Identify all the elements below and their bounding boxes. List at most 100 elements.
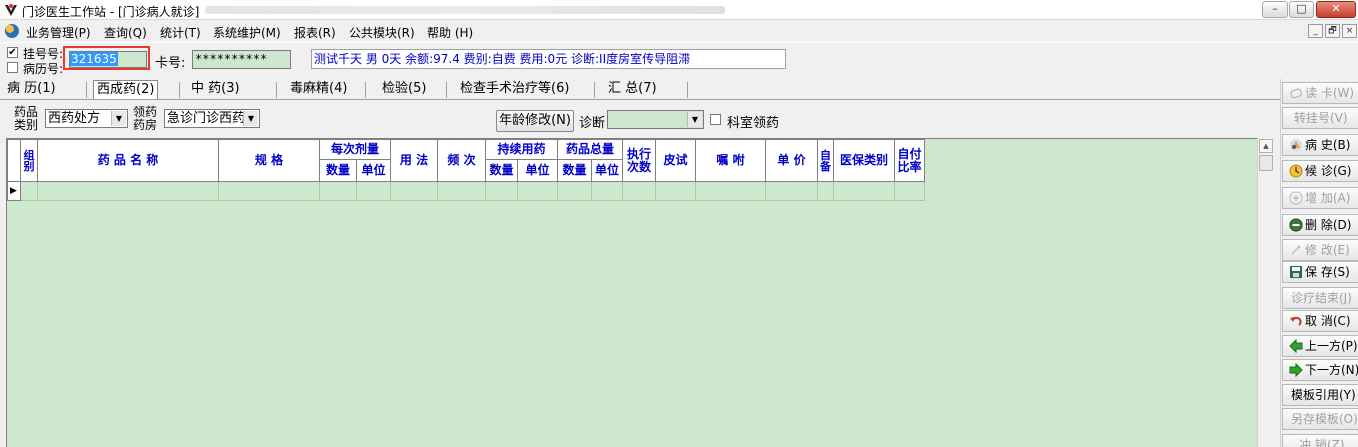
- col-advice-header[interactable]: 嘱 咐: [695, 139, 766, 182]
- tab-western-drugs[interactable]: 西成药(2): [93, 80, 159, 99]
- table-cell[interactable]: [218, 181, 320, 201]
- menu-business[interactable]: 业务管理(P): [26, 24, 91, 41]
- add-button[interactable]: 增 加(A): [1282, 187, 1358, 209]
- child-close-button[interactable]: ×: [1342, 24, 1357, 38]
- grid-vertical-scrollbar[interactable]: ▲: [1257, 138, 1274, 447]
- table-row[interactable]: ▶: [7, 181, 925, 201]
- table-cell[interactable]: [20, 181, 38, 201]
- edit-button[interactable]: 修 改(E): [1282, 239, 1358, 261]
- tab-summary[interactable]: 汇 总(7): [608, 80, 657, 99]
- row-indicator-header: [7, 139, 21, 182]
- child-restore-button[interactable]: 🗗: [1325, 24, 1340, 38]
- tab-lab-tests[interactable]: 检验(5): [382, 80, 426, 99]
- col-frequency-header[interactable]: 频 次: [437, 139, 486, 182]
- action-sidebar: 读 卡(W) 转挂号(V) 病 史(B) 候 诊(G) 增 加(A) 删 除(D…: [1280, 79, 1358, 447]
- dept-pickup-checkbox[interactable]: [710, 114, 721, 125]
- table-cell[interactable]: [437, 181, 486, 201]
- col-group-header[interactable]: 组别: [20, 139, 38, 182]
- table-cell[interactable]: [356, 181, 391, 201]
- menu-maintenance[interactable]: 系统维护(M): [213, 24, 281, 41]
- tab-exams-procedures[interactable]: 检查手术治疗等(6): [460, 80, 569, 99]
- col-continuous-header[interactable]: 持续用药: [485, 139, 558, 160]
- col-insurance-type-header[interactable]: 医保类别: [833, 139, 895, 182]
- save-button[interactable]: 保 存(S): [1282, 261, 1358, 283]
- waiting-button[interactable]: 候 诊(G): [1282, 160, 1358, 182]
- col-continuous-qty-header[interactable]: 数量: [485, 159, 518, 182]
- col-usage-header[interactable]: 用 法: [390, 139, 438, 182]
- card-icon: [1290, 88, 1303, 99]
- table-cell[interactable]: [765, 181, 818, 201]
- registration-checkbox[interactable]: ✔: [7, 47, 18, 58]
- table-cell[interactable]: [817, 181, 834, 201]
- chevron-down-icon: ▼: [243, 111, 258, 126]
- maximize-button[interactable]: □: [1289, 1, 1314, 18]
- menu-reports[interactable]: 报表(R): [294, 24, 336, 41]
- table-cell[interactable]: [557, 181, 592, 201]
- age-modify-button[interactable]: 年龄修改(N): [496, 110, 574, 132]
- minimize-button[interactable]: –: [1262, 1, 1288, 18]
- tab-divider: [446, 82, 447, 98]
- record-label: 病历号:: [23, 62, 64, 76]
- app-menu-icon[interactable]: [5, 24, 19, 38]
- tab-chinese-medicine[interactable]: 中 药(3): [191, 80, 240, 99]
- col-self-provided-header[interactable]: 自备: [817, 139, 834, 182]
- pharmacy-select[interactable]: 急诊门诊西药 ▼: [164, 109, 260, 128]
- arrow-left-icon: [1289, 339, 1303, 353]
- col-total-qty-header[interactable]: 数量: [557, 159, 592, 182]
- scroll-thumb[interactable]: [1259, 155, 1273, 171]
- col-per-dose-unit-header[interactable]: 单位: [356, 159, 391, 182]
- table-cell[interactable]: [517, 181, 558, 201]
- col-per-dose-header[interactable]: 每次剂量: [319, 139, 391, 160]
- table-cell[interactable]: [319, 181, 357, 201]
- col-total-unit-header[interactable]: 单位: [591, 159, 623, 182]
- scroll-up-icon[interactable]: ▲: [1259, 139, 1273, 153]
- table-cell[interactable]: [833, 181, 895, 201]
- prescription-table: 组别 药 品 名 称 规 格 每次剂量 用 法 频 次 持续用药 药品总量 执行…: [7, 139, 925, 201]
- col-spec-header[interactable]: 规 格: [218, 139, 320, 182]
- col-skin-test-header[interactable]: 皮试: [655, 139, 696, 182]
- table-cell[interactable]: [655, 181, 696, 201]
- save-as-template-button[interactable]: 另存模板(O): [1282, 408, 1358, 430]
- prescription-grid[interactable]: 组别 药 品 名 称 规 格 每次剂量 用 法 频 次 持续用药 药品总量 执行…: [6, 138, 1257, 447]
- menu-statistics[interactable]: 统计(T): [160, 24, 201, 41]
- next-prescription-button[interactable]: 下一方(N): [1282, 359, 1358, 381]
- record-checkbox[interactable]: [7, 62, 18, 73]
- pharmacy-label: 领药 药房: [133, 105, 158, 132]
- medical-history-button[interactable]: 病 史(B): [1282, 134, 1358, 156]
- previous-prescription-button[interactable]: 上一方(P): [1282, 335, 1358, 357]
- col-per-dose-qty-header[interactable]: 数量: [319, 159, 357, 182]
- diagnosis-select[interactable]: ▼: [607, 110, 704, 129]
- menu-help[interactable]: 帮助 (H): [427, 24, 473, 41]
- table-cell[interactable]: [894, 181, 925, 201]
- drug-category-select[interactable]: 西药处方 ▼: [45, 109, 128, 128]
- tab-narcotics[interactable]: 毒麻精(4): [290, 80, 347, 99]
- transfer-registration-button[interactable]: 转挂号(V): [1282, 107, 1358, 129]
- edit-icon: [1291, 245, 1301, 255]
- col-drug-name-header[interactable]: 药 品 名 称: [37, 139, 219, 182]
- col-unit-price-header[interactable]: 单 价: [765, 139, 818, 182]
- apply-template-button[interactable]: 模板引用(Y): [1282, 384, 1358, 406]
- card-input[interactable]: **********: [192, 50, 291, 69]
- cancel-button[interactable]: 取 消(C): [1282, 310, 1358, 332]
- table-cell[interactable]: [695, 181, 766, 201]
- write-off-button[interactable]: 冲 销(Z): [1282, 434, 1358, 447]
- col-total-header[interactable]: 药品总量: [557, 139, 623, 160]
- table-cell[interactable]: [622, 181, 656, 201]
- table-cell[interactable]: [390, 181, 438, 201]
- table-cell[interactable]: [485, 181, 518, 201]
- child-minimize-button[interactable]: _: [1308, 24, 1323, 38]
- read-card-button[interactable]: 读 卡(W): [1282, 82, 1358, 104]
- tab-medical-record[interactable]: 病 历(1): [7, 80, 56, 99]
- table-cell[interactable]: [37, 181, 219, 201]
- tab-divider: [687, 82, 688, 98]
- end-consultation-button[interactable]: 诊疗结束(J): [1282, 287, 1358, 309]
- menu-query[interactable]: 查询(Q): [104, 24, 147, 41]
- close-button[interactable]: ✕: [1316, 1, 1356, 18]
- delete-button[interactable]: 删 除(D): [1282, 214, 1358, 236]
- col-self-pay-ratio-header[interactable]: 自付比率: [894, 139, 925, 182]
- tab-divider: [86, 82, 87, 98]
- menu-public[interactable]: 公共模块(R): [349, 24, 415, 41]
- col-continuous-unit-header[interactable]: 单位: [517, 159, 558, 182]
- table-cell[interactable]: [591, 181, 623, 201]
- col-exec-times-header[interactable]: 执行次数: [622, 139, 656, 182]
